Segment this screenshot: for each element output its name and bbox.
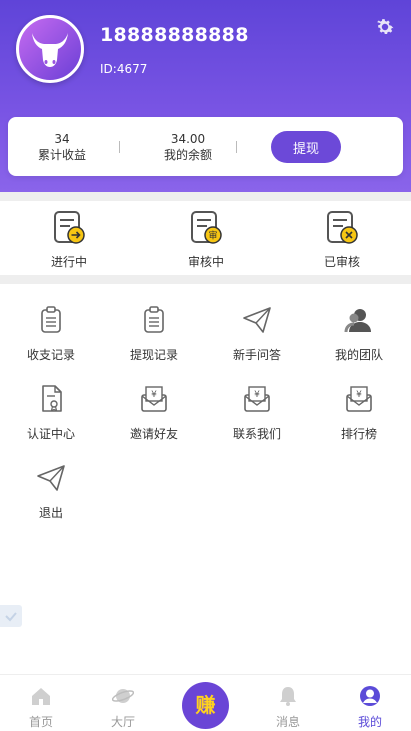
menu-beginner-faq[interactable]: 新手问答 — [212, 305, 302, 363]
menu-contact-us[interactable]: ¥ 联系我们 — [212, 384, 302, 442]
divider — [119, 141, 120, 153]
user-phone: 18888888888 — [100, 24, 249, 46]
total-earnings: 34 累计收益 — [32, 131, 92, 163]
bell-icon — [280, 687, 296, 706]
user-id: ID:4677 — [100, 62, 148, 76]
menu-leaderboard[interactable]: ¥ 排行榜 — [314, 384, 404, 442]
menu-logout[interactable]: 退出 — [6, 463, 96, 521]
tab-hall[interactable]: 大厅 — [93, 685, 153, 730]
menu-withdraw-records[interactable]: 提现记录 — [109, 305, 199, 363]
svg-text:¥: ¥ — [356, 390, 362, 400]
balance-value: 34.00 — [170, 132, 206, 146]
total-earnings-label: 累计收益 — [37, 148, 86, 162]
gear-icon[interactable] — [374, 16, 396, 38]
clipboard-icon — [41, 306, 61, 333]
tab-messages[interactable]: 消息 — [258, 685, 318, 730]
menu-label: 新手问答 — [232, 348, 281, 362]
paper-plane-icon — [37, 465, 65, 491]
certificate-icon — [42, 385, 62, 412]
status-label: 已审核 — [323, 255, 360, 269]
menu-label: 排行榜 — [340, 427, 377, 441]
menu-label: 我的团队 — [334, 348, 383, 362]
menu-income-records[interactable]: 收支记录 — [6, 305, 96, 363]
under-review-icon: 审 — [191, 211, 222, 244]
balance-card: 34 累计收益 34.00 我的余额 提现 — [8, 117, 403, 176]
status-reviewed[interactable]: 已审核 — [302, 210, 382, 270]
menu-label: 邀请好友 — [129, 427, 178, 441]
tab-label: 消息 — [275, 715, 300, 729]
status-label: 审核中 — [187, 255, 224, 269]
in-progress-icon — [54, 211, 85, 244]
reviewed-icon — [327, 211, 358, 244]
tab-label: 我的 — [357, 715, 382, 729]
status-in-progress[interactable]: 进行中 — [29, 210, 109, 270]
tab-label: 大厅 — [110, 715, 135, 729]
tab-home[interactable]: 首页 — [11, 685, 71, 730]
balance-label: 我的余额 — [163, 148, 212, 162]
yen-envelope-icon: ¥ — [244, 386, 270, 412]
home-icon — [32, 688, 50, 705]
earn-button[interactable]: 赚 — [182, 682, 229, 729]
yen-envelope-icon: ¥ — [141, 386, 167, 412]
bull-logo-icon — [32, 33, 68, 67]
section-separator — [0, 275, 411, 284]
menu-label: 联系我们 — [232, 427, 281, 441]
team-icon — [344, 309, 371, 333]
withdraw-button[interactable]: 提现 — [271, 131, 341, 163]
tab-label: 首页 — [28, 715, 53, 729]
status-label: 进行中 — [50, 255, 87, 269]
divider — [236, 141, 237, 153]
menu-verification-center[interactable]: 认证中心 — [6, 384, 96, 442]
user-icon — [360, 686, 380, 706]
check-icon — [5, 612, 17, 622]
svg-text:¥: ¥ — [254, 390, 260, 400]
floating-tool-button[interactable] — [0, 605, 22, 627]
menu-invite-friends[interactable]: ¥ 邀请好友 — [109, 384, 199, 442]
menu-my-team[interactable]: 我的团队 — [314, 305, 404, 363]
menu-label: 提现记录 — [129, 348, 178, 362]
avatar[interactable] — [16, 15, 84, 83]
svg-text:审: 审 — [208, 230, 217, 242]
tab-mine[interactable]: 我的 — [340, 685, 400, 730]
paper-plane-icon — [243, 307, 271, 333]
svg-text:¥: ¥ — [151, 390, 157, 400]
status-under-review[interactable]: 审 审核中 — [166, 210, 246, 270]
planet-icon — [111, 689, 135, 703]
menu-label: 认证中心 — [26, 427, 75, 441]
clipboard-icon — [144, 306, 164, 333]
yen-envelope-icon: ¥ — [346, 386, 372, 412]
menu-label: 退出 — [38, 506, 63, 520]
total-earnings-value: 34 — [54, 132, 70, 146]
balance: 34.00 我的余额 — [152, 131, 224, 163]
section-separator — [0, 192, 411, 201]
menu-label: 收支记录 — [26, 348, 75, 362]
